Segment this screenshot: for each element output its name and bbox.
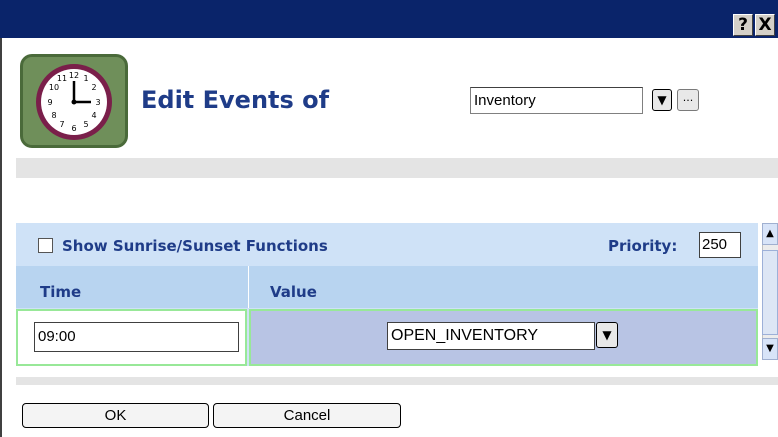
priority-label: Priority:: [608, 237, 678, 255]
separator-bar: [16, 377, 778, 385]
sunrise-sunset-checkbox[interactable]: [38, 238, 53, 253]
svg-text:9: 9: [47, 98, 52, 107]
svg-text:12: 12: [69, 71, 79, 80]
column-divider: [248, 266, 249, 308]
table-header: [16, 266, 758, 308]
svg-text:2: 2: [91, 83, 96, 92]
separator-bar: [16, 158, 778, 178]
help-button[interactable]: ?: [733, 14, 753, 36]
svg-text:4: 4: [91, 111, 96, 120]
svg-text:5: 5: [83, 120, 88, 129]
column-header-time: Time: [40, 283, 82, 301]
close-button[interactable]: X: [755, 14, 775, 36]
svg-text:1: 1: [83, 74, 88, 83]
svg-text:3: 3: [95, 98, 100, 107]
scrollbar-thumb[interactable]: [762, 250, 778, 335]
svg-text:11: 11: [57, 74, 67, 83]
value-select-field[interactable]: OPEN_INVENTORY: [387, 322, 595, 350]
chevron-down-icon[interactable]: ▼: [652, 89, 672, 111]
column-header-value: Value: [270, 283, 317, 301]
clock-icon: 12 1 2 345 678 9 10 11: [20, 54, 128, 148]
svg-text:8: 8: [51, 111, 56, 120]
scroll-down-icon[interactable]: ▼: [762, 338, 778, 360]
time-input[interactable]: 09:00: [34, 322, 239, 352]
ok-button[interactable]: OK: [22, 403, 209, 428]
options-row: Show Sunrise/Sunset Functions Priority: …: [16, 230, 758, 266]
svg-text:7: 7: [59, 120, 64, 129]
scroll-up-icon[interactable]: ▲: [762, 223, 778, 245]
object-select-field[interactable]: Inventory: [470, 87, 643, 114]
svg-text:6: 6: [71, 124, 76, 133]
chevron-down-icon[interactable]: ▼: [596, 322, 618, 348]
sunrise-sunset-label: Show Sunrise/Sunset Functions: [62, 237, 328, 255]
title-bar: [0, 0, 778, 38]
browse-button[interactable]: ...: [677, 89, 699, 111]
svg-text:10: 10: [49, 83, 59, 92]
page-title: Edit Events of: [141, 86, 330, 114]
cancel-button[interactable]: Cancel: [213, 403, 401, 428]
priority-input[interactable]: 250: [699, 232, 741, 258]
